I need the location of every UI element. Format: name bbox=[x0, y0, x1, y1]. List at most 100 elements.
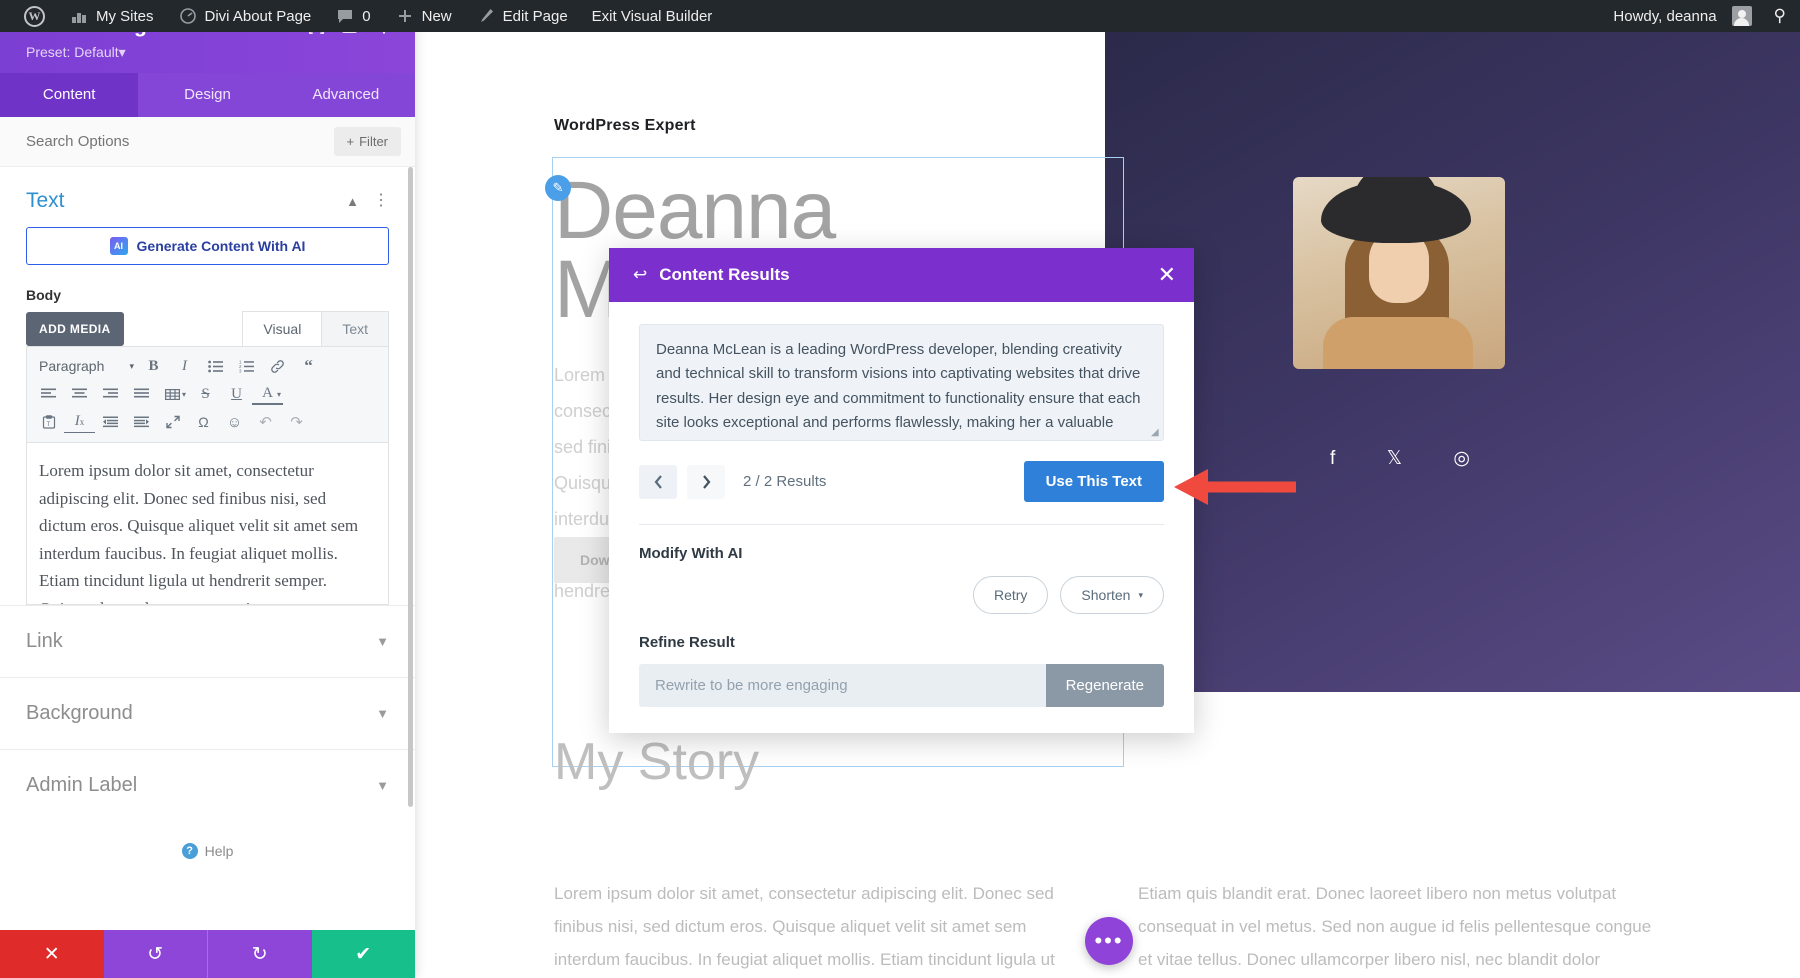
strikethrough-icon[interactable]: S bbox=[190, 381, 221, 407]
format-select-value: Paragraph bbox=[39, 358, 104, 374]
next-result-button[interactable] bbox=[687, 465, 725, 499]
story-column-1: Lorem ipsum dolor sit amet, consectetur … bbox=[554, 877, 1074, 978]
my-sites-menu[interactable]: My Sites bbox=[57, 0, 166, 32]
howdy-label: Howdy, deanna bbox=[1613, 8, 1716, 25]
body-text-editor[interactable]: Lorem ipsum dolor sit amet, consectetur … bbox=[26, 443, 389, 605]
tab-content[interactable]: Content bbox=[0, 73, 138, 117]
chevron-down-icon: ▾ bbox=[1138, 590, 1143, 601]
align-left-icon[interactable] bbox=[33, 381, 64, 407]
chevron-down-icon[interactable]: ▾ bbox=[277, 390, 281, 399]
emoji-icon[interactable]: ☺ bbox=[219, 409, 250, 435]
clear-formatting-icon[interactable]: Ix bbox=[64, 411, 95, 433]
story-column-2: Etiam quis blandit erat. Donec laoreet l… bbox=[1138, 877, 1658, 978]
exit-visual-builder-label: Exit Visual Builder bbox=[592, 8, 713, 25]
indent-icon[interactable] bbox=[126, 409, 157, 435]
comments-menu[interactable]: 0 bbox=[323, 0, 382, 32]
search-icon[interactable]: ⚲ bbox=[1764, 6, 1800, 26]
facebook-icon[interactable]: f bbox=[1330, 448, 1335, 470]
shorten-dropdown[interactable]: Shorten ▾ bbox=[1060, 576, 1164, 614]
accordion-link-label: Link bbox=[26, 630, 63, 653]
my-account-menu[interactable]: Howdy, deanna bbox=[1601, 0, 1763, 32]
previous-result-button[interactable] bbox=[639, 465, 677, 499]
search-row: + Filter bbox=[0, 117, 415, 167]
preset-label: Preset: Default bbox=[26, 44, 119, 60]
exit-visual-builder-menu[interactable]: Exit Visual Builder bbox=[580, 0, 725, 32]
italic-icon[interactable]: I bbox=[169, 353, 200, 379]
align-justify-icon[interactable] bbox=[126, 381, 157, 407]
undo-icon[interactable]: ↶ bbox=[250, 409, 281, 435]
outdent-icon[interactable] bbox=[95, 409, 126, 435]
use-this-text-button[interactable]: Use This Text bbox=[1024, 461, 1164, 502]
paste-as-text-icon[interactable]: T bbox=[33, 409, 64, 435]
accordion-link[interactable]: Link ▼ bbox=[0, 605, 415, 677]
kebab-menu-icon[interactable]: ⋮ bbox=[373, 195, 389, 206]
retry-button[interactable]: Retry bbox=[973, 576, 1048, 614]
site-name-menu[interactable]: Divi About Page bbox=[166, 0, 324, 32]
chevron-up-icon[interactable]: ▲ bbox=[346, 194, 359, 209]
avatar bbox=[1732, 6, 1752, 26]
fullscreen-icon[interactable] bbox=[157, 409, 188, 435]
sites-icon bbox=[69, 6, 89, 26]
underline-icon[interactable]: U bbox=[221, 381, 252, 407]
question-mark-icon: ? bbox=[182, 843, 198, 859]
panel-scrollbar[interactable] bbox=[408, 167, 413, 807]
editor-tab-text[interactable]: Text bbox=[322, 311, 389, 346]
tab-design[interactable]: Design bbox=[138, 73, 276, 117]
modify-with-ai-heading: Modify With AI bbox=[639, 545, 1164, 562]
preset-selector[interactable]: Preset: Default▾ bbox=[26, 44, 159, 61]
editor-tab-visual[interactable]: Visual bbox=[242, 311, 322, 346]
numbered-list-icon[interactable]: 123 bbox=[231, 353, 262, 379]
align-right-icon[interactable] bbox=[95, 381, 126, 407]
format-select[interactable]: Paragraph ▾ bbox=[33, 353, 138, 379]
body-editor: ADD MEDIA Visual Text Paragraph ▾ B I bbox=[26, 311, 389, 605]
help-link[interactable]: ? Help bbox=[0, 821, 415, 877]
results-counter: 2 / 2 Results bbox=[743, 473, 826, 490]
body-field-label: Body bbox=[0, 265, 415, 311]
chevron-down-icon[interactable]: ▾ bbox=[182, 390, 186, 399]
edit-page-menu[interactable]: Edit Page bbox=[464, 0, 580, 32]
align-center-icon[interactable] bbox=[64, 381, 95, 407]
text-section-header: Text ▲ ⋮ bbox=[0, 167, 415, 227]
discard-button[interactable]: ✕ bbox=[0, 930, 104, 978]
accordion-background-label: Background bbox=[26, 702, 133, 725]
chevron-down-icon: ▼ bbox=[376, 634, 389, 649]
undo-button[interactable]: ↺ bbox=[104, 930, 208, 978]
bold-icon[interactable]: B bbox=[138, 353, 169, 379]
x-twitter-icon[interactable]: 𝕏 bbox=[1387, 447, 1402, 470]
svg-text:3: 3 bbox=[239, 368, 242, 372]
save-button[interactable]: ✔ bbox=[312, 930, 416, 978]
edit-pencil-icon[interactable]: ✎ bbox=[545, 175, 571, 201]
wordpress-logo-icon[interactable] bbox=[12, 0, 57, 32]
pencil-icon bbox=[476, 6, 496, 26]
close-icon[interactable]: ✕ bbox=[1158, 264, 1176, 286]
instagram-icon[interactable]: ◎ bbox=[1453, 447, 1470, 470]
accordion-admin-label[interactable]: Admin Label ▼ bbox=[0, 749, 415, 821]
resize-handle[interactable]: ◢ bbox=[1151, 428, 1161, 438]
wp-admin-bar: My Sites Divi About Page 0 New Edit Page bbox=[0, 0, 1800, 32]
link-icon[interactable] bbox=[262, 353, 293, 379]
edit-page-label: Edit Page bbox=[503, 8, 568, 25]
blockquote-icon[interactable]: “ bbox=[293, 353, 324, 379]
new-content-menu[interactable]: New bbox=[383, 0, 464, 32]
generated-result-textarea[interactable]: Deanna McLean is a leading WordPress dev… bbox=[639, 324, 1164, 441]
add-media-button[interactable]: ADD MEDIA bbox=[26, 312, 124, 346]
accordion-background[interactable]: Background ▼ bbox=[0, 677, 415, 749]
refine-input[interactable] bbox=[639, 664, 1046, 707]
help-label: Help bbox=[205, 843, 234, 859]
search-input[interactable] bbox=[26, 133, 256, 150]
redo-icon[interactable]: ↷ bbox=[281, 409, 312, 435]
redo-button[interactable]: ↻ bbox=[207, 930, 312, 978]
plus-icon bbox=[395, 6, 415, 26]
generate-content-with-ai-button[interactable]: AI Generate Content With AI bbox=[26, 227, 389, 265]
my-sites-label: My Sites bbox=[96, 8, 154, 25]
regenerate-button[interactable]: Regenerate bbox=[1046, 664, 1164, 707]
panel-body: Text ▲ ⋮ AI Generate Content With AI Bod… bbox=[0, 167, 415, 930]
back-arrow-icon[interactable]: ↩ bbox=[633, 265, 647, 285]
bulleted-list-icon[interactable] bbox=[200, 353, 231, 379]
tab-advanced[interactable]: Advanced bbox=[277, 73, 415, 117]
filter-button[interactable]: + Filter bbox=[334, 127, 401, 156]
more-options-icon[interactable]: ••• bbox=[1085, 917, 1133, 965]
special-character-icon[interactable]: Ω bbox=[188, 409, 219, 435]
filter-label: Filter bbox=[359, 134, 388, 149]
admin-bar-right-group: Howdy, deanna ⚲ bbox=[1601, 0, 1800, 32]
